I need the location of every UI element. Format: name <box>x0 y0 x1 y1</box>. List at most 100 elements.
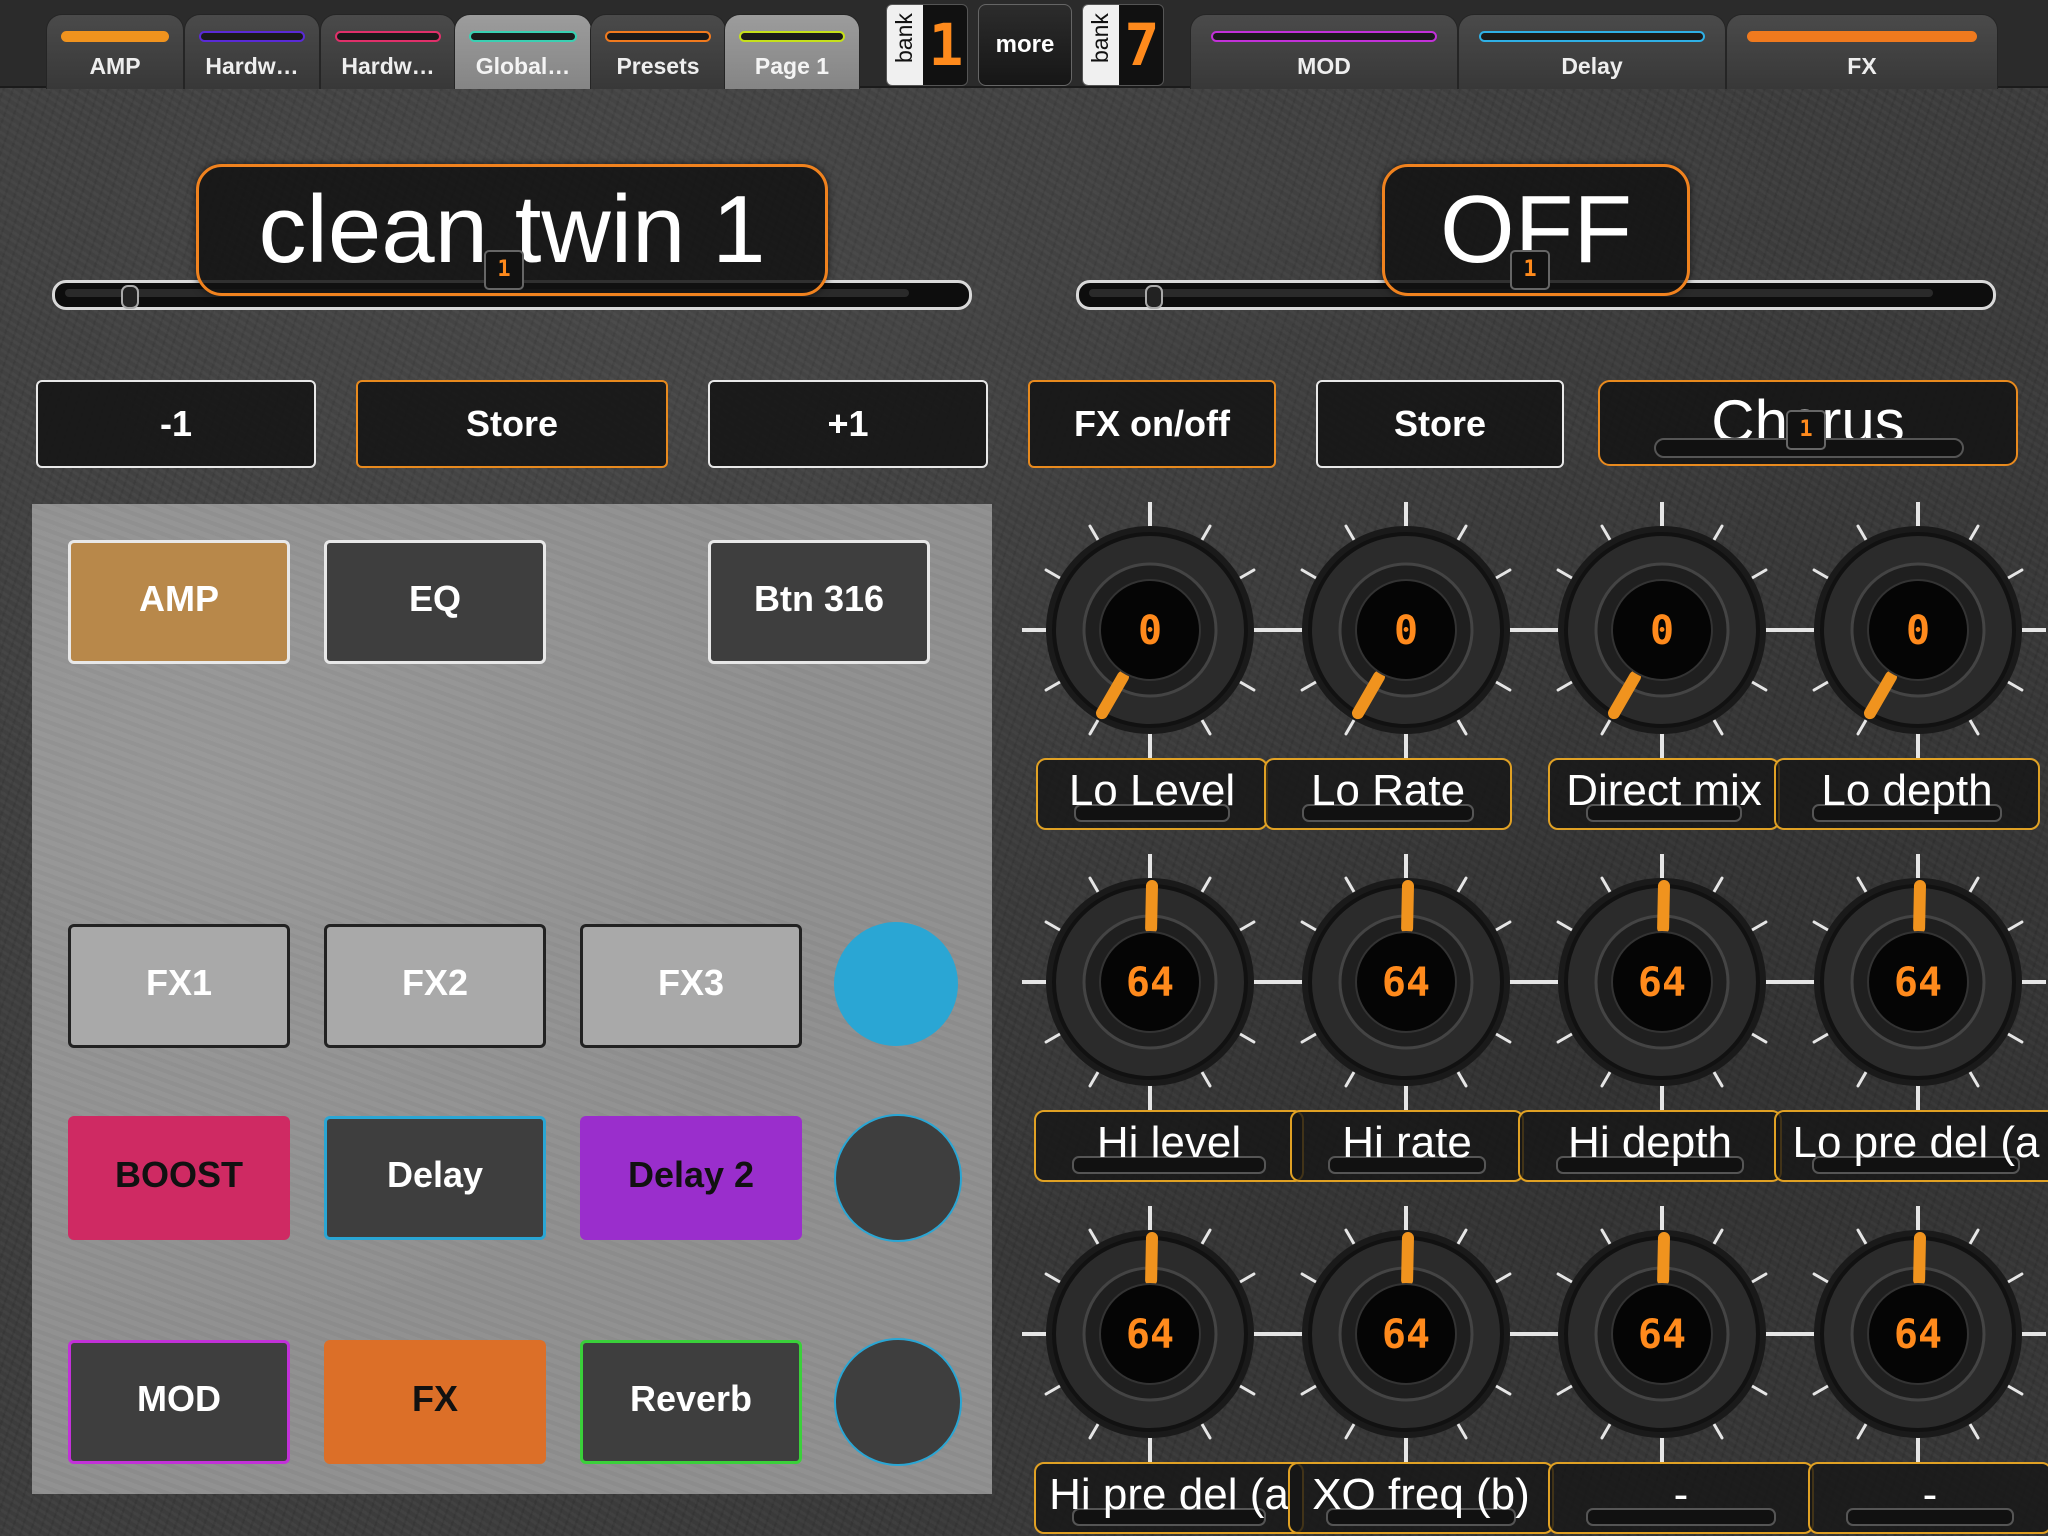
knob-value: 64 <box>1125 1312 1175 1358</box>
indicator-led-off[interactable] <box>834 1114 962 1242</box>
tab-page-1[interactable]: Page 1 <box>724 14 860 89</box>
knob-label: Hi level <box>1096 1118 1242 1167</box>
tab-label: Page 1 <box>754 53 830 79</box>
tab-delay[interactable]: Delay <box>1458 14 1726 89</box>
knob-label-box[interactable]: - <box>1548 1462 1814 1534</box>
knob-label-box[interactable]: Hi depth <box>1518 1110 1782 1182</box>
fx-button[interactable]: FX <box>324 1340 546 1464</box>
rotary-knob[interactable]: 64 <box>1020 1204 1280 1464</box>
knob-value: 0 <box>1137 608 1163 654</box>
top-tab-bar: AMP Hardw… Hardw… Global… Presets Page 1… <box>0 0 2048 89</box>
minus-one-button[interactable]: -1 <box>36 380 316 468</box>
knob-label-box[interactable]: Hi level <box>1034 1110 1304 1182</box>
preset-led: 1 <box>484 250 524 290</box>
boost-button[interactable]: BOOST <box>68 1116 290 1240</box>
knob-label-box[interactable]: Lo depth <box>1774 758 2040 830</box>
knob-label: Lo depth <box>1821 766 1993 815</box>
slider-thumb[interactable] <box>1145 285 1163 309</box>
tab-label: FX <box>1847 53 1877 79</box>
tab-color-bar <box>605 31 711 42</box>
rotary-knob[interactable]: 0 <box>1276 500 1536 760</box>
bank-label: bank <box>887 5 923 85</box>
knob-label-box[interactable]: XO freq (b) <box>1288 1462 1554 1534</box>
knob-label-box[interactable]: Lo Rate <box>1264 758 1512 830</box>
tab-global[interactable]: Global… <box>454 14 592 89</box>
tab-color-bar <box>199 31 305 42</box>
tab-color-bar <box>469 31 577 42</box>
bank-right-display[interactable]: bank 7 <box>1082 4 1164 86</box>
tab-color-bar <box>1479 31 1705 42</box>
eq-button[interactable]: EQ <box>324 540 546 664</box>
knob-label: Hi pre del (a <box>1049 1470 1289 1519</box>
knob-label: Lo Level <box>1068 766 1236 815</box>
rotary-knob[interactable]: 0 <box>1788 500 2048 760</box>
knob-label-box[interactable]: Lo pre del (a <box>1774 1110 2048 1182</box>
knob-label-box[interactable]: Lo Level <box>1036 758 1268 830</box>
tab-fx[interactable]: FX <box>1726 14 1998 89</box>
knob-label: Hi rate <box>1342 1118 1472 1167</box>
tab-label: AMP <box>89 53 141 79</box>
bank-left-display[interactable]: bank 1 <box>886 4 968 86</box>
rotary-knob[interactable]: 64 <box>1276 1204 1536 1464</box>
tab-mod[interactable]: MOD <box>1190 14 1458 89</box>
indicator-led-off[interactable] <box>834 1338 962 1466</box>
knob-label-box[interactable]: Direct mix <box>1548 758 1780 830</box>
knob-value: 0 <box>1393 608 1419 654</box>
tab-color-bar <box>1211 31 1437 42</box>
knob-value: 64 <box>1381 960 1431 1006</box>
tab-label: Hardw… <box>205 53 299 79</box>
btn-316-button[interactable]: Btn 316 <box>708 540 930 664</box>
delay-2-button[interactable]: Delay 2 <box>580 1116 802 1240</box>
knob-label-box[interactable]: - <box>1808 1462 2048 1534</box>
tab-color-bar <box>1747 31 1977 42</box>
knob-label-box[interactable]: Hi pre del (a <box>1034 1462 1304 1534</box>
tab-label: Global… <box>475 53 571 79</box>
bank-label: bank <box>1083 5 1119 85</box>
tab-label: MOD <box>1297 53 1351 79</box>
indicator-led-cyan[interactable] <box>834 922 958 1046</box>
knob-value: 64 <box>1637 960 1687 1006</box>
knob-label: Lo pre del (a <box>1792 1118 2040 1167</box>
rotary-knob[interactable]: 64 <box>1020 852 1280 1112</box>
tab-color-bar <box>739 31 845 42</box>
knob-value: 0 <box>1649 608 1675 654</box>
rotary-knob[interactable]: 64 <box>1788 1204 2048 1464</box>
tab-label: Presets <box>616 53 700 79</box>
knob-value: 64 <box>1893 1312 1943 1358</box>
tab-presets[interactable]: Presets <box>590 14 726 89</box>
knob-label-box[interactable]: Hi rate <box>1290 1110 1524 1182</box>
rotary-knob[interactable]: 0 <box>1020 500 1280 760</box>
slider-thumb[interactable] <box>121 285 139 309</box>
rotary-knob[interactable]: 64 <box>1532 1204 1792 1464</box>
bank-number: 7 <box>1124 11 1160 79</box>
tab-hardware-1[interactable]: Hardw… <box>184 14 320 89</box>
reverb-button[interactable]: Reverb <box>580 1340 802 1464</box>
knob-label: - <box>1922 1470 1938 1519</box>
mod-button[interactable]: MOD <box>68 1340 290 1464</box>
scene-button-panel: AMP EQ Btn 316 FX1 FX2 FX3 BOOST Delay D… <box>32 504 992 1494</box>
more-button[interactable]: more <box>978 4 1072 86</box>
tab-amp[interactable]: AMP <box>46 14 184 89</box>
store-preset-button[interactable]: Store <box>356 380 668 468</box>
store-fx-button[interactable]: Store <box>1316 380 1564 468</box>
fx2-button[interactable]: FX2 <box>324 924 546 1048</box>
knob-value: 64 <box>1893 960 1943 1006</box>
fx1-button[interactable]: FX1 <box>68 924 290 1048</box>
rotary-knob[interactable]: 64 <box>1276 852 1536 1112</box>
rotary-knob[interactable]: 0 <box>1532 500 1792 760</box>
rotary-knob[interactable]: 64 <box>1532 852 1792 1112</box>
amp-button[interactable]: AMP <box>68 540 290 664</box>
knob-value: 64 <box>1381 1312 1431 1358</box>
fx-state-led: 1 <box>1510 250 1550 290</box>
tab-color-bar <box>61 31 169 42</box>
knob-label: Hi depth <box>1568 1118 1732 1167</box>
tab-label: Delay <box>1561 53 1623 79</box>
knob-value: 0 <box>1905 608 1931 654</box>
plus-one-button[interactable]: +1 <box>708 380 988 468</box>
delay-button[interactable]: Delay <box>324 1116 546 1240</box>
tab-color-bar <box>335 31 441 42</box>
rotary-knob[interactable]: 64 <box>1788 852 2048 1112</box>
fx3-button[interactable]: FX3 <box>580 924 802 1048</box>
fx-onoff-button[interactable]: FX on/off <box>1028 380 1276 468</box>
tab-hardware-2[interactable]: Hardw… <box>320 14 456 89</box>
